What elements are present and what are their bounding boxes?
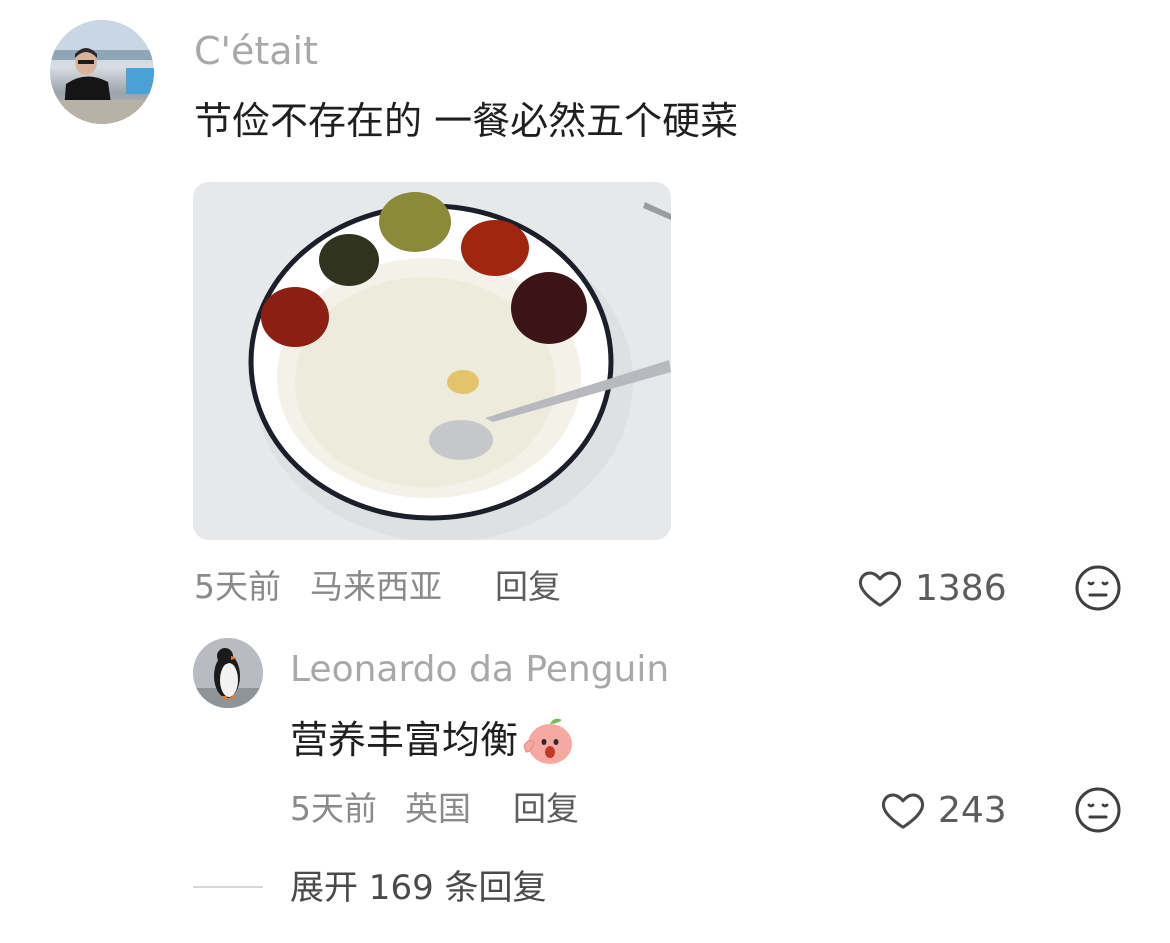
comment-reply-button[interactable]: 回复: [495, 566, 561, 608]
meh-face-icon: [1075, 787, 1121, 833]
penguin-avatar-photo: [193, 638, 263, 708]
commenter-name[interactable]: C'était: [194, 28, 318, 74]
reply-avatar[interactable]: [193, 638, 263, 708]
comment-location: 马来西亚: [310, 567, 442, 606]
comment-text: 节俭不存在的 一餐必然五个硬菜: [194, 99, 739, 143]
expand-divider: [193, 886, 263, 888]
reply-text-row: 营养丰富均衡: [290, 712, 576, 768]
reply-like-button[interactable]: 243: [880, 787, 1007, 833]
surprised-peach-emoji: [520, 712, 576, 768]
reply-location: 英国: [405, 789, 471, 828]
comment-image[interactable]: [193, 182, 671, 540]
reply-like-count: 243: [938, 789, 1007, 831]
reply-text: 营养丰富均衡: [290, 718, 519, 762]
reply-time: 5天前: [290, 789, 377, 828]
commenter-avatar[interactable]: [50, 20, 154, 124]
reply-author-name[interactable]: Leonardo da Penguin: [290, 648, 669, 692]
avatar-photo: [50, 20, 154, 124]
expand-replies-button[interactable]: 展开 169 条回复: [290, 866, 547, 910]
reply-reply-button[interactable]: 回复: [513, 788, 579, 830]
comment-like-count: 1386: [915, 567, 1007, 609]
meh-face-icon: [1075, 565, 1121, 611]
heart-icon: [880, 787, 926, 833]
comment-time: 5天前: [194, 567, 281, 606]
porridge-bowl-photo: [193, 182, 671, 540]
reply-dislike-button[interactable]: [1074, 786, 1122, 834]
comment-dislike-button[interactable]: [1074, 564, 1122, 612]
heart-icon: [857, 565, 903, 611]
comment-like-button[interactable]: 1386: [857, 565, 1007, 611]
